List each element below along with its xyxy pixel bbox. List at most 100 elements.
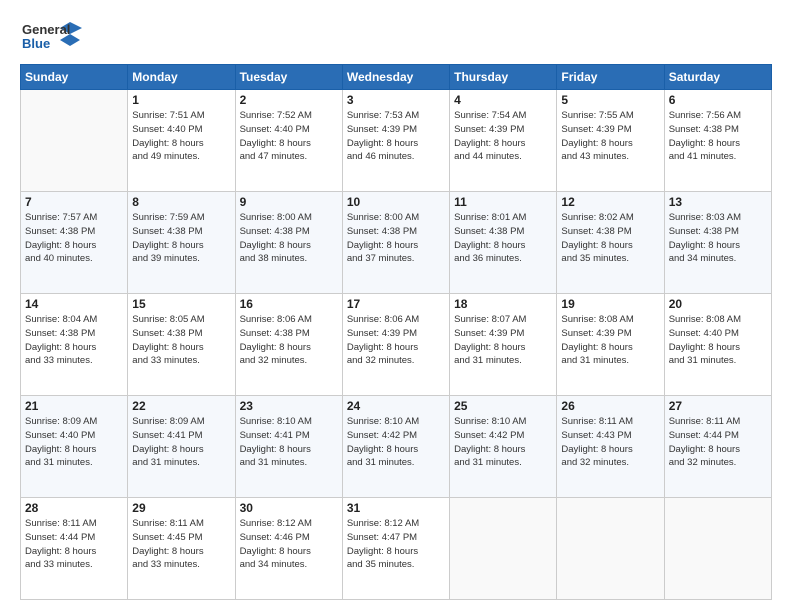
calendar-cell: 25 Sunrise: 8:10 AM Sunset: 4:42 PM Dayli… (450, 396, 557, 498)
calendar-cell: 11Sunrise: 8:01 AM Sunset: 4:38 PM Dayli… (450, 192, 557, 294)
day-info: Sunrise: 8:11 AM Sunset: 4:44 PM Dayligh… (25, 517, 123, 572)
day-number: 1 (132, 93, 230, 107)
day-info: Sunrise: 8:11 AM Sunset: 4:45 PM Dayligh… (132, 517, 230, 572)
svg-text:General: General (22, 22, 70, 37)
day-number: 6 (669, 93, 767, 107)
calendar-cell: 20Sunrise: 8:08 AM Sunset: 4:40 PM Dayli… (664, 294, 771, 396)
calendar-cell: 13Sunrise: 8:03 AM Sunset: 4:38 PM Dayli… (664, 192, 771, 294)
day-number: 18 (454, 297, 552, 311)
day-info: Sunrise: 8:10 AM Sunset: 4:42 PM Dayligh… (454, 415, 552, 470)
calendar-week-row: 1 Sunrise: 7:51 AM Sunset: 4:40 PM Daylig… (21, 90, 772, 192)
day-info: Sunrise: 8:06 AM Sunset: 4:38 PM Dayligh… (240, 313, 338, 368)
day-number: 2 (240, 93, 338, 107)
day-number: 27 (669, 399, 767, 413)
day-info: Sunrise: 7:56 AM Sunset: 4:38 PM Dayligh… (669, 109, 767, 164)
calendar-cell: 18 Sunrise: 8:07 AM Sunset: 4:39 PM Dayli… (450, 294, 557, 396)
header: GeneralBlue (20, 18, 772, 58)
day-info: Sunrise: 8:07 AM Sunset: 4:39 PM Dayligh… (454, 313, 552, 368)
day-number: 15 (132, 297, 230, 311)
svg-text:Blue: Blue (22, 36, 50, 51)
calendar-week-row: 7 Sunrise: 7:57 AM Sunset: 4:38 PM Daylig… (21, 192, 772, 294)
calendar-cell: 22 Sunrise: 8:09 AM Sunset: 4:41 PM Dayli… (128, 396, 235, 498)
day-info: Sunrise: 8:09 AM Sunset: 4:41 PM Dayligh… (132, 415, 230, 470)
calendar-header-friday: Friday (557, 65, 664, 90)
day-number: 24 (347, 399, 445, 413)
calendar-cell: 9 Sunrise: 8:00 AM Sunset: 4:38 PM Daylig… (235, 192, 342, 294)
day-info: Sunrise: 7:57 AM Sunset: 4:38 PM Dayligh… (25, 211, 123, 266)
day-info: Sunrise: 7:51 AM Sunset: 4:40 PM Dayligh… (132, 109, 230, 164)
day-info: Sunrise: 8:06 AM Sunset: 4:39 PM Dayligh… (347, 313, 445, 368)
calendar-header-row: SundayMondayTuesdayWednesdayThursdayFrid… (21, 65, 772, 90)
calendar-cell: 21 Sunrise: 8:09 AM Sunset: 4:40 PM Dayli… (21, 396, 128, 498)
day-info: Sunrise: 8:09 AM Sunset: 4:40 PM Dayligh… (25, 415, 123, 470)
calendar-header-tuesday: Tuesday (235, 65, 342, 90)
calendar-cell: 8Sunrise: 7:59 AM Sunset: 4:38 PM Daylig… (128, 192, 235, 294)
calendar-cell: 17 Sunrise: 8:06 AM Sunset: 4:39 PM Dayli… (342, 294, 449, 396)
day-info: Sunrise: 8:02 AM Sunset: 4:38 PM Dayligh… (561, 211, 659, 266)
day-number: 16 (240, 297, 338, 311)
day-number: 28 (25, 501, 123, 515)
day-number: 7 (25, 195, 123, 209)
day-number: 9 (240, 195, 338, 209)
calendar-cell: 27 Sunrise: 8:11 AM Sunset: 4:44 PM Dayli… (664, 396, 771, 498)
logo: GeneralBlue (20, 18, 90, 58)
calendar-cell: 6 Sunrise: 7:56 AM Sunset: 4:38 PM Daylig… (664, 90, 771, 192)
day-number: 30 (240, 501, 338, 515)
day-info: Sunrise: 8:10 AM Sunset: 4:41 PM Dayligh… (240, 415, 338, 470)
day-info: Sunrise: 8:03 AM Sunset: 4:38 PM Dayligh… (669, 211, 767, 266)
day-number: 31 (347, 501, 445, 515)
calendar-cell: 14Sunrise: 8:04 AM Sunset: 4:38 PM Dayli… (21, 294, 128, 396)
day-info: Sunrise: 8:08 AM Sunset: 4:39 PM Dayligh… (561, 313, 659, 368)
day-info: Sunrise: 7:55 AM Sunset: 4:39 PM Dayligh… (561, 109, 659, 164)
calendar-cell: 24 Sunrise: 8:10 AM Sunset: 4:42 PM Dayli… (342, 396, 449, 498)
day-number: 22 (132, 399, 230, 413)
day-number: 21 (25, 399, 123, 413)
day-number: 23 (240, 399, 338, 413)
day-number: 14 (25, 297, 123, 311)
calendar-header-wednesday: Wednesday (342, 65, 449, 90)
calendar-cell: 3Sunrise: 7:53 AM Sunset: 4:39 PM Daylig… (342, 90, 449, 192)
calendar-cell: 4 Sunrise: 7:54 AM Sunset: 4:39 PM Daylig… (450, 90, 557, 192)
calendar-cell: 28 Sunrise: 8:11 AM Sunset: 4:44 PM Dayli… (21, 498, 128, 600)
calendar-cell (557, 498, 664, 600)
calendar-cell (21, 90, 128, 192)
calendar-header-saturday: Saturday (664, 65, 771, 90)
day-info: Sunrise: 8:12 AM Sunset: 4:46 PM Dayligh… (240, 517, 338, 572)
calendar-week-row: 14Sunrise: 8:04 AM Sunset: 4:38 PM Dayli… (21, 294, 772, 396)
day-number: 17 (347, 297, 445, 311)
day-number: 20 (669, 297, 767, 311)
calendar-week-row: 28 Sunrise: 8:11 AM Sunset: 4:44 PM Dayli… (21, 498, 772, 600)
calendar-cell (450, 498, 557, 600)
day-info: Sunrise: 7:52 AM Sunset: 4:40 PM Dayligh… (240, 109, 338, 164)
day-info: Sunrise: 8:11 AM Sunset: 4:44 PM Dayligh… (669, 415, 767, 470)
day-info: Sunrise: 8:11 AM Sunset: 4:43 PM Dayligh… (561, 415, 659, 470)
day-number: 5 (561, 93, 659, 107)
calendar-cell: 23 Sunrise: 8:10 AM Sunset: 4:41 PM Dayli… (235, 396, 342, 498)
calendar-cell: 2 Sunrise: 7:52 AM Sunset: 4:40 PM Daylig… (235, 90, 342, 192)
day-info: Sunrise: 8:00 AM Sunset: 4:38 PM Dayligh… (240, 211, 338, 266)
calendar-cell: 1 Sunrise: 7:51 AM Sunset: 4:40 PM Daylig… (128, 90, 235, 192)
day-info: Sunrise: 7:54 AM Sunset: 4:39 PM Dayligh… (454, 109, 552, 164)
day-info: Sunrise: 8:00 AM Sunset: 4:38 PM Dayligh… (347, 211, 445, 266)
day-info: Sunrise: 8:01 AM Sunset: 4:38 PM Dayligh… (454, 211, 552, 266)
day-number: 4 (454, 93, 552, 107)
day-number: 25 (454, 399, 552, 413)
calendar-cell: 16 Sunrise: 8:06 AM Sunset: 4:38 PM Dayli… (235, 294, 342, 396)
day-number: 26 (561, 399, 659, 413)
calendar-table: SundayMondayTuesdayWednesdayThursdayFrid… (20, 64, 772, 600)
page: GeneralBlue SundayMondayTuesdayWednesday… (0, 0, 792, 612)
calendar-cell: 10Sunrise: 8:00 AM Sunset: 4:38 PM Dayli… (342, 192, 449, 294)
calendar-header-thursday: Thursday (450, 65, 557, 90)
logo-svg: GeneralBlue (20, 18, 90, 58)
calendar-cell: 26 Sunrise: 8:11 AM Sunset: 4:43 PM Dayli… (557, 396, 664, 498)
calendar-cell: 12Sunrise: 8:02 AM Sunset: 4:38 PM Dayli… (557, 192, 664, 294)
day-info: Sunrise: 8:05 AM Sunset: 4:38 PM Dayligh… (132, 313, 230, 368)
calendar-cell: 15 Sunrise: 8:05 AM Sunset: 4:38 PM Dayli… (128, 294, 235, 396)
day-info: Sunrise: 7:53 AM Sunset: 4:39 PM Dayligh… (347, 109, 445, 164)
day-info: Sunrise: 8:12 AM Sunset: 4:47 PM Dayligh… (347, 517, 445, 572)
calendar-cell: 5 Sunrise: 7:55 AM Sunset: 4:39 PM Daylig… (557, 90, 664, 192)
calendar-cell: 30 Sunrise: 8:12 AM Sunset: 4:46 PM Dayli… (235, 498, 342, 600)
day-info: Sunrise: 8:10 AM Sunset: 4:42 PM Dayligh… (347, 415, 445, 470)
calendar-cell (664, 498, 771, 600)
day-number: 29 (132, 501, 230, 515)
